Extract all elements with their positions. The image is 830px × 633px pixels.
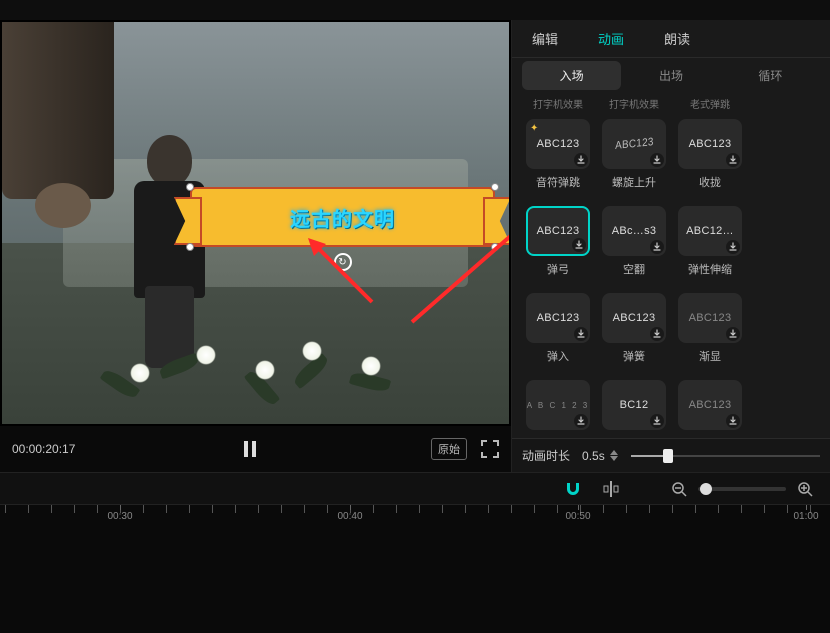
subtab-in[interactable]: 入场 bbox=[522, 61, 621, 90]
anim-cell-11: ABC123 bbox=[678, 380, 742, 435]
download-icon[interactable] bbox=[726, 153, 740, 167]
anim-thumb-0[interactable]: ✦ABC123 bbox=[526, 119, 590, 169]
animation-duration-bar: 动画时长 0.5s bbox=[512, 438, 830, 472]
download-icon[interactable] bbox=[726, 414, 740, 428]
anim-label-6: 弹入 bbox=[526, 348, 590, 364]
ruler-label: 00:50 bbox=[565, 511, 590, 522]
cutoff-labels-row: 打字机效果 打字机效果 老式弹跳 bbox=[522, 96, 820, 115]
anim-label-8: 渐显 bbox=[678, 348, 742, 364]
anim-label-1: 螺旋上升 bbox=[602, 174, 666, 190]
inspector-tabs: 编辑 动画 朗读 bbox=[512, 20, 830, 58]
anim-thumb-3[interactable]: ABC123 bbox=[526, 206, 590, 256]
duration-step-down[interactable] bbox=[609, 456, 619, 462]
download-icon[interactable] bbox=[726, 327, 740, 341]
anim-thumb-11[interactable]: ABC123 bbox=[678, 380, 742, 430]
download-icon[interactable] bbox=[650, 153, 664, 167]
zoom-in-icon[interactable] bbox=[794, 478, 816, 500]
anim-thumb-1[interactable]: ABC123 bbox=[602, 119, 666, 169]
download-icon[interactable] bbox=[574, 153, 588, 167]
tab-animation[interactable]: 动画 bbox=[578, 20, 644, 57]
download-icon[interactable] bbox=[726, 240, 740, 254]
anim-cell-4: ABc…s3 空翻 bbox=[602, 206, 666, 277]
anim-thumb-5[interactable]: ABC12… bbox=[678, 206, 742, 256]
fullscreen-button[interactable] bbox=[481, 440, 499, 458]
anim-thumb-10[interactable]: BC12 bbox=[602, 380, 666, 430]
text-banner-content[interactable]: 远古的文明 bbox=[290, 203, 395, 232]
download-icon[interactable] bbox=[572, 238, 586, 252]
resize-handle-tr[interactable] bbox=[491, 183, 499, 191]
ruler-label: 00:40 bbox=[337, 511, 362, 522]
zoom-slider[interactable] bbox=[698, 487, 786, 491]
anim-thumb-7[interactable]: ABC123 bbox=[602, 293, 666, 343]
anim-label-4: 空翻 bbox=[602, 261, 666, 277]
download-icon[interactable] bbox=[650, 240, 664, 254]
anim-cell-10: BC12 bbox=[602, 380, 666, 435]
download-icon[interactable] bbox=[650, 414, 664, 428]
anim-thumb-4[interactable]: ABc…s3 bbox=[602, 206, 666, 256]
duration-label: 动画时长 bbox=[522, 447, 570, 464]
anim-cell-7: ABC123 弹簧 bbox=[602, 293, 666, 364]
anim-label-3: 弹弓 bbox=[526, 261, 590, 277]
anim-cell-3: ABC123 弹弓 bbox=[526, 206, 590, 277]
anim-cell-2: ABC123 收拢 bbox=[678, 119, 742, 190]
resize-handle-tl[interactable] bbox=[186, 183, 194, 191]
playback-bar: 00:00:20:17 原始 bbox=[0, 426, 511, 472]
download-icon[interactable] bbox=[650, 327, 664, 341]
anim-thumb-8[interactable]: ABC123 bbox=[678, 293, 742, 343]
timecode: 00:00:20:17 bbox=[12, 442, 75, 456]
magnet-tool-icon[interactable] bbox=[562, 478, 584, 500]
anim-cell-8: ABC123 渐显 bbox=[678, 293, 742, 364]
anim-cell-0: ✦ABC123 音符弹跳 bbox=[526, 119, 590, 190]
download-icon[interactable] bbox=[574, 327, 588, 341]
text-element-selection[interactable]: 远古的文明 ↻ bbox=[190, 187, 495, 247]
anim-thumb-2[interactable]: ABC123 bbox=[678, 119, 742, 169]
ruler-label: 01:00 bbox=[793, 511, 818, 522]
timeline-ruler[interactable]: 00:30 00:40 00:50 01:00 bbox=[0, 504, 830, 528]
duration-slider[interactable] bbox=[631, 446, 820, 466]
preview-pane: 远古的文明 ↻ 00:00:20:17 bbox=[0, 20, 512, 472]
top-bar bbox=[0, 0, 830, 20]
video-preview[interactable]: 远古的文明 ↻ bbox=[2, 22, 509, 424]
text-banner[interactable]: 远古的文明 bbox=[190, 187, 495, 247]
anim-label-7: 弹簧 bbox=[602, 348, 666, 364]
anim-cell-6: ABC123 弹入 bbox=[526, 293, 590, 364]
anim-label-5: 弹性伸缩 bbox=[678, 261, 742, 277]
pause-button[interactable] bbox=[243, 441, 257, 457]
duration-value: 0.5s bbox=[582, 449, 619, 463]
animation-list[interactable]: 打字机效果 打字机效果 老式弹跳 ✦ABC123音符弹跳ABC123螺旋上升AB… bbox=[512, 92, 830, 438]
split-tool-icon[interactable] bbox=[600, 478, 622, 500]
anim-thumb-9[interactable]: A B C 1 2 3 bbox=[526, 380, 590, 430]
tab-edit[interactable]: 编辑 bbox=[512, 20, 578, 57]
aspect-ratio-button[interactable]: 原始 bbox=[431, 438, 467, 460]
anim-label-2: 收拢 bbox=[678, 174, 742, 190]
subtab-loop[interactable]: 循环 bbox=[721, 61, 820, 90]
download-icon[interactable] bbox=[574, 414, 588, 428]
resize-handle-bl[interactable] bbox=[186, 243, 194, 251]
spark-icon: ✦ bbox=[530, 123, 539, 134]
subtab-out[interactable]: 出场 bbox=[621, 61, 720, 90]
anim-cell-9: A B C 1 2 3 bbox=[526, 380, 590, 435]
inspector-panel: 编辑 动画 朗读 入场 出场 循环 打字机效果 打字机效果 老式弹跳 ✦ABC1… bbox=[512, 20, 830, 472]
anim-label-0: 音符弹跳 bbox=[526, 174, 590, 190]
anim-thumb-6[interactable]: ABC123 bbox=[526, 293, 590, 343]
anim-cell-1: ABC123 螺旋上升 bbox=[602, 119, 666, 190]
ruler-label: 00:30 bbox=[107, 511, 132, 522]
timeline-tracks[interactable] bbox=[0, 528, 830, 633]
anim-cell-5: ABC12… 弹性伸缩 bbox=[678, 206, 742, 277]
animation-subtabs: 入场 出场 循环 bbox=[512, 58, 830, 92]
rotate-handle[interactable]: ↻ bbox=[334, 253, 352, 271]
zoom-out-icon[interactable] bbox=[668, 478, 690, 500]
resize-handle-br[interactable] bbox=[491, 243, 499, 251]
timeline-toolbar bbox=[0, 472, 830, 504]
tab-read[interactable]: 朗读 bbox=[644, 20, 710, 57]
